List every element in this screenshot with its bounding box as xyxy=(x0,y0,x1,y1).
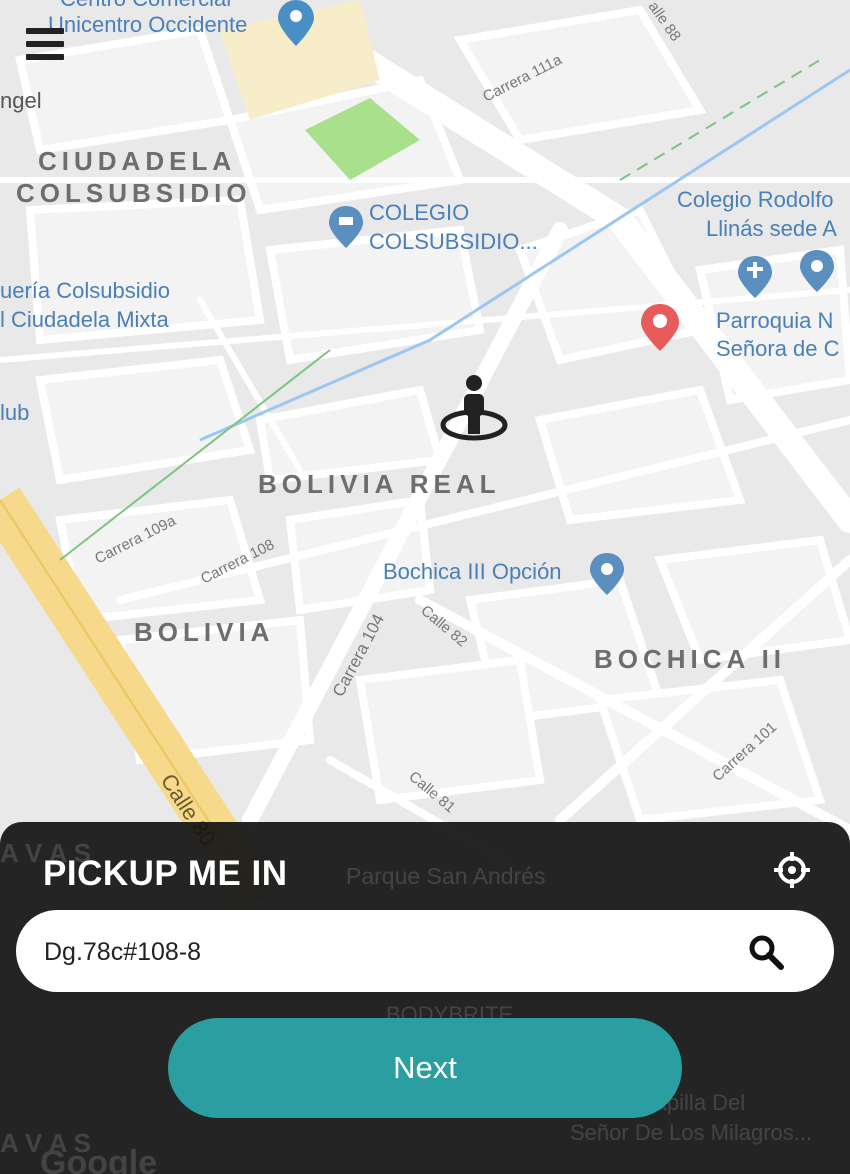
google-logo: Google xyxy=(40,1144,157,1174)
menu-icon[interactable] xyxy=(26,28,64,62)
map-label: CIUDADELA xyxy=(38,146,236,176)
map-label: COLEGIO xyxy=(369,200,469,225)
map-label: Parroquia N xyxy=(716,308,833,333)
map-label: Colegio Rodolfo xyxy=(677,187,834,212)
map-label: COLSUBSIDIO... xyxy=(369,229,538,254)
map-label: Señor De Los Milagros... xyxy=(570,1120,812,1145)
map-label: Llinás sede A xyxy=(706,216,837,241)
next-button[interactable]: Next xyxy=(168,1018,682,1118)
map-label: Centro Comercial xyxy=(60,0,231,11)
crosshair-locate-icon[interactable] xyxy=(772,850,812,890)
search-icon[interactable] xyxy=(748,934,784,970)
map-label: Parque San Andrés xyxy=(346,863,545,889)
map-label: COLSUBSIDIO xyxy=(16,178,252,208)
pickup-address-input[interactable] xyxy=(42,926,726,978)
map-label: Bochica III Opción xyxy=(383,559,562,584)
map-label: BOCHICA II xyxy=(594,644,786,674)
map-label: Unicentro Occidente xyxy=(48,12,247,37)
map-label: BOLIVIA xyxy=(134,617,274,647)
map-label: uería Colsubsidio xyxy=(0,278,170,303)
person-location-icon xyxy=(440,375,508,441)
map-label: BOLIVIA REAL xyxy=(258,469,500,499)
address-search-box xyxy=(16,910,834,992)
map-label: ngel xyxy=(0,88,42,113)
map-label: Señora de C xyxy=(716,336,840,361)
panel-title: PICKUP ME IN xyxy=(43,854,288,893)
map-label: lub xyxy=(0,400,29,425)
map-label: l Ciudadela Mixta xyxy=(0,307,170,332)
